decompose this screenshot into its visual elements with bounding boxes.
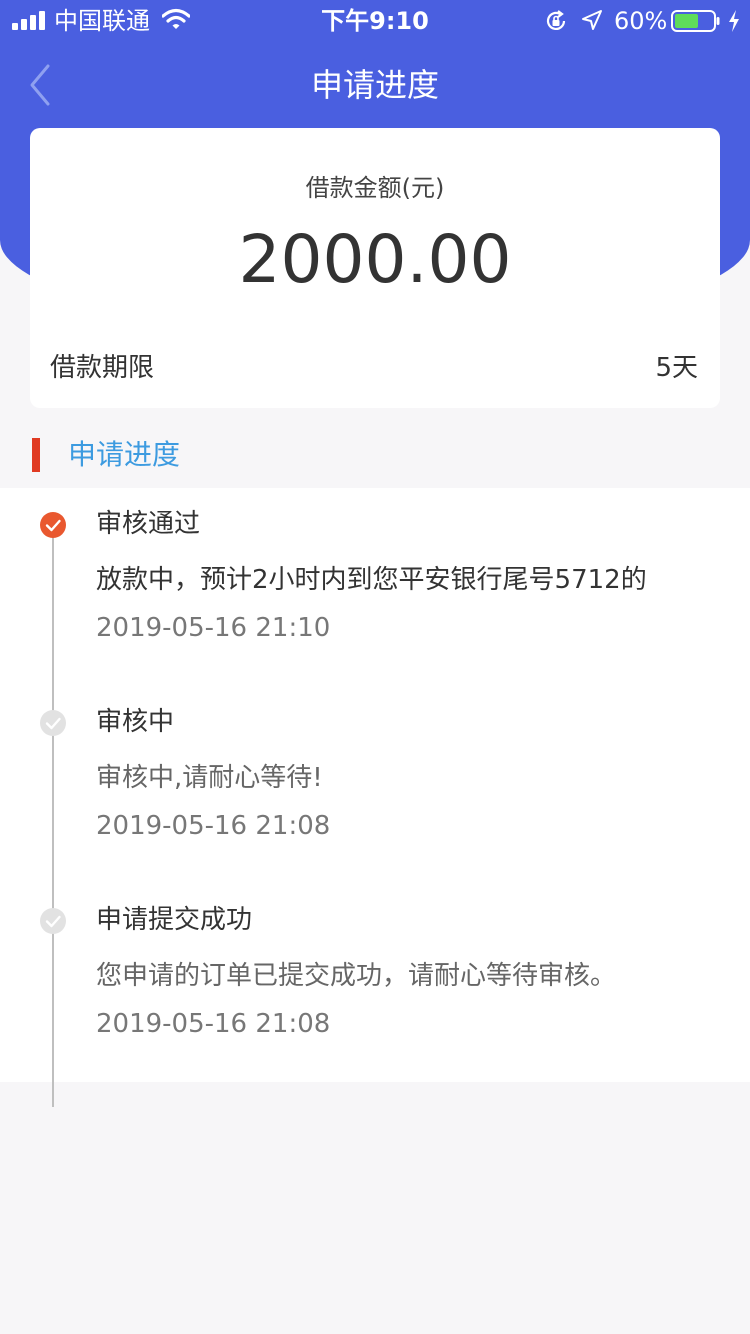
battery-percentage: 60% [614,7,668,35]
loan-amount-value: 2000.00 [238,221,512,298]
check-circle-inactive-icon [40,908,66,934]
page-title: 申请进度 [310,66,439,104]
step-description: 您申请的订单已提交成功，请耐心等待审核。 [96,961,617,991]
loan-term-label: 借款期限 [50,353,155,383]
status-bar: 中国联通 下午9:10 60% [0,0,750,40]
step-timestamp: 2019-05-16 21:08 [96,1009,331,1039]
location-arrow-icon [582,10,602,30]
step-timestamp: 2019-05-16 21:10 [96,613,331,643]
section-accent-bar [32,438,40,472]
battery-icon [671,10,720,32]
step-timestamp: 2019-05-16 21:08 [96,811,331,841]
step-title: 审核中 [96,707,175,737]
check-circle-active-icon [40,512,66,538]
loan-amount-label: 借款金额(元) [305,174,445,202]
step-title: 申请提交成功 [96,905,253,935]
rotation-lock-icon [546,10,566,30]
check-circle-inactive-icon [40,710,66,736]
timeline-line [52,524,54,1107]
step-description: 放款中，预计2小时内到您平安银行尾号5712的 [96,565,647,595]
step-title: 审核通过 [96,509,201,539]
loan-summary-card: 借款金额(元) 2000.00 借款期限 5天 [30,128,720,408]
section-title: 申请进度 [68,438,181,471]
loan-term-value: 5天 [655,353,698,383]
step-description: 审核中,请耐心等待! [96,763,323,793]
charging-bolt-icon [729,10,739,32]
